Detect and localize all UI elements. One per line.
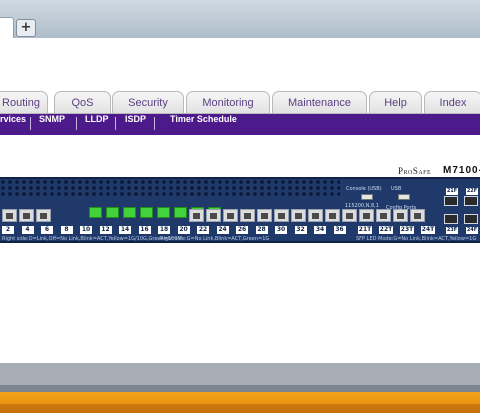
subnav-separator — [30, 117, 31, 130]
sfp-number-label: 21T — [358, 226, 372, 234]
subnav-item-snmp[interactable]: SNMP — [39, 114, 65, 135]
port-legend-sfp: SFP LED Mode:G=No Link,Blink=ACT,Yellow=… — [356, 236, 477, 242]
port-led-active[interactable] — [89, 207, 102, 218]
port-led-active[interactable] — [106, 207, 119, 218]
sfp-label: 24F — [466, 227, 478, 234]
ethernet-port[interactable] — [291, 209, 306, 222]
port-number-label: 30 — [275, 226, 287, 234]
port-number-label: 12 — [99, 226, 112, 234]
sfp-number-label: 22T — [379, 226, 393, 234]
console-port[interactable] — [361, 194, 373, 200]
port-number-label: 26 — [236, 226, 248, 234]
device-header: ProSafe M7100-2 — [0, 165, 480, 187]
port-led-active[interactable] — [123, 207, 136, 218]
sfp-number-label: 23T — [400, 226, 414, 234]
ethernet-port[interactable] — [308, 209, 323, 222]
port-led-active[interactable] — [140, 207, 153, 218]
usb-label: USB — [391, 186, 402, 192]
config-ports-label: Config Ports — [386, 205, 417, 211]
brand-logo: ProSafe — [398, 166, 432, 176]
port-legend-left: Right side:O=Link,Off=No Link,Blink=ACT,… — [2, 236, 182, 242]
port-number-label: 36 — [333, 226, 346, 234]
sfp-port[interactable] — [464, 196, 478, 206]
tab-routing[interactable]: Routing — [0, 91, 48, 114]
ethernet-port[interactable] — [19, 209, 34, 222]
port-number-label: 32 — [294, 226, 307, 234]
baud-label: 115200,N,8,1 — [345, 203, 379, 209]
port-led-active[interactable] — [157, 207, 170, 218]
tab-help[interactable]: Help — [369, 91, 422, 114]
subnav-separator — [154, 117, 155, 130]
tab-index[interactable]: Index — [424, 91, 480, 114]
ethernet-port[interactable] — [342, 209, 357, 222]
port-number-label: 18 — [158, 226, 170, 234]
ethernet-port[interactable] — [189, 209, 204, 222]
ethernet-port[interactable] — [274, 209, 289, 222]
tab-maintenance[interactable]: Maintenance — [272, 91, 367, 114]
sfp-port[interactable] — [444, 196, 458, 206]
port-number-label: 24 — [216, 226, 229, 234]
subnav-item-services[interactable]: rvices — [0, 114, 26, 135]
port-number-label: 8 — [60, 226, 73, 234]
sfp-port[interactable] — [464, 214, 478, 224]
console-label: Console (USB) — [346, 186, 382, 192]
port-number-label: 2 — [2, 226, 14, 234]
ethernet-port[interactable] — [325, 209, 340, 222]
subnav-item-lldp[interactable]: LLDP — [85, 114, 109, 135]
ethernet-port[interactable] — [206, 209, 221, 222]
tab-monitoring[interactable]: Monitoring — [186, 91, 270, 114]
port-number-label: 4 — [21, 226, 34, 234]
subnav-separator — [76, 117, 77, 130]
ethernet-port[interactable] — [240, 209, 255, 222]
sfp-port[interactable] — [444, 214, 458, 224]
new-tab-button[interactable]: + — [16, 19, 36, 37]
sfp-number-label: 24T — [421, 226, 435, 234]
port-number-label: 6 — [41, 226, 53, 234]
sfp-label: 21F — [446, 188, 458, 195]
browser-status-bar — [0, 363, 480, 385]
subnav-separator — [115, 117, 116, 130]
port-number-label: 28 — [255, 226, 268, 234]
sfp-label: 23F — [446, 227, 458, 234]
port-legend-mid: Right side:G=No Link,Blink=ACT,Green=1G — [160, 236, 270, 242]
ethernet-port[interactable] — [257, 209, 272, 222]
main-nav-tabs: Routing QoS Security Monitoring Maintena… — [0, 91, 480, 114]
ethernet-port[interactable] — [2, 209, 17, 222]
subnav-item-timer-schedule[interactable]: Timer Schedule — [170, 114, 237, 135]
port-led-active[interactable] — [174, 207, 187, 218]
port-number-label: 16 — [138, 226, 151, 234]
status-bar-shadow — [0, 385, 480, 392]
browser-tab[interactable] — [0, 17, 14, 38]
tab-security[interactable]: Security — [112, 91, 184, 114]
sfp-label: 22F — [466, 188, 478, 195]
tab-qos[interactable]: QoS — [54, 91, 111, 114]
port-number-row: 2 4 6 8 10 12 14 16 18 20 22 24 26 28 30 32 34 36 21T 22T 23… — [0, 226, 440, 235]
ethernet-port[interactable] — [223, 209, 238, 222]
subnav-item-isdp[interactable]: ISDP — [125, 114, 146, 135]
port-number-label: 20 — [177, 226, 190, 234]
sub-nav-bar: rvices SNMP LLDP ISDP Timer Schedule — [0, 114, 480, 135]
ethernet-port[interactable] — [36, 209, 51, 222]
ethernet-port[interactable] — [359, 209, 374, 222]
port-number-label: 14 — [119, 226, 131, 234]
browser-tab-strip — [0, 0, 480, 38]
port-number-label: 22 — [197, 226, 209, 234]
port-number-label: 10 — [80, 226, 92, 234]
vent-pattern — [0, 179, 340, 197]
usb-port[interactable] — [398, 194, 410, 200]
taskbar-shade — [0, 404, 480, 413]
port-number-label: 34 — [314, 226, 326, 234]
